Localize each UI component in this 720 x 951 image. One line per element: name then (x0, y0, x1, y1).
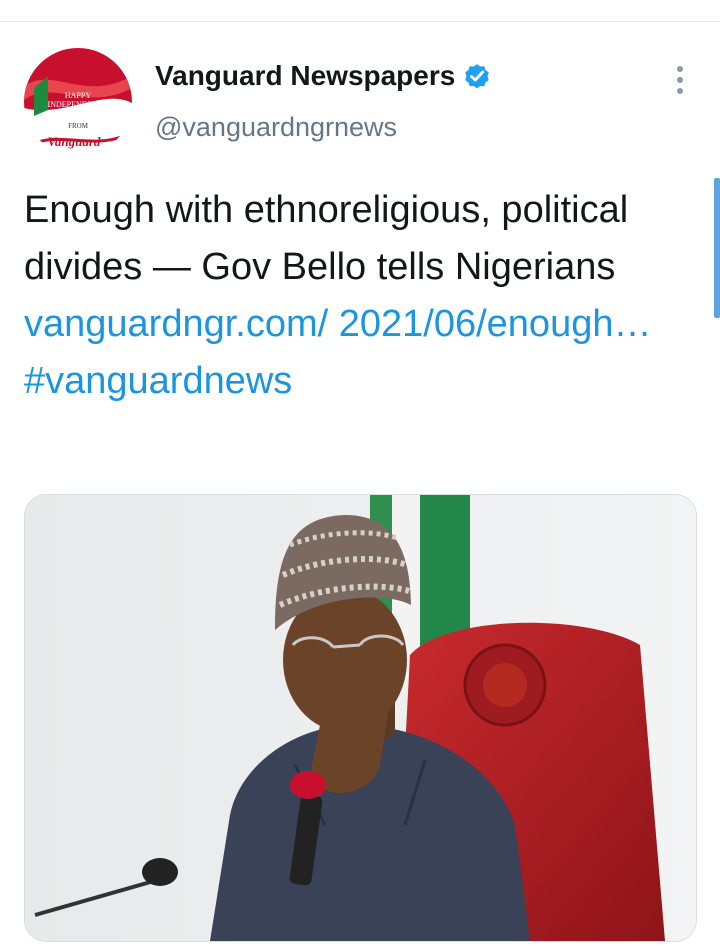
desk-mic-head (142, 858, 178, 886)
avatar-line-1: HAPPY (65, 91, 91, 100)
avatar-line-3: DAY (68, 108, 89, 119)
more-options-icon[interactable] (665, 62, 695, 98)
tweet-media-image[interactable] (24, 494, 697, 942)
author-handle[interactable]: @vanguardngrnews (155, 112, 397, 143)
avatar-line-5: Vanguard (48, 134, 101, 149)
verified-badge-icon (465, 64, 490, 89)
author-name[interactable]: Vanguard Newspapers (155, 60, 492, 92)
photo-gov-bello (25, 495, 696, 941)
tweet-text-body: Enough with ethnoreligious, political di… (24, 189, 629, 288)
scrollbar[interactable] (714, 178, 720, 318)
avatar-image: HAPPY INDEPENDENCE DAY FROM Vanguard (24, 48, 132, 156)
avatar-line-4: FROM (68, 122, 89, 130)
tweet-text: Enough with ethnoreligious, political di… (24, 182, 704, 410)
tweet-hashtag[interactable]: #vanguardnews (24, 360, 292, 402)
author-name-text: Vanguard Newspapers (155, 60, 456, 91)
tweet-link[interactable]: vanguardngr.com/ 2021/06/enough… (24, 303, 651, 345)
author-avatar[interactable]: HAPPY INDEPENDENCE DAY FROM Vanguard (24, 48, 132, 156)
top-divider (0, 21, 720, 22)
